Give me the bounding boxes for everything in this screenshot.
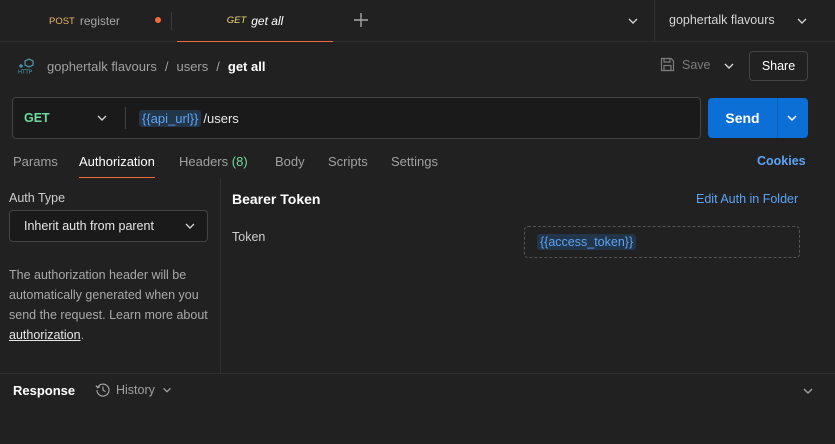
environment-selector[interactable]: gophertalk flavours <box>669 13 775 27</box>
authorization-link[interactable]: authorization <box>9 328 81 342</box>
chevron-down-icon[interactable] <box>785 111 799 125</box>
divider <box>777 98 778 138</box>
chevron-down-icon[interactable] <box>795 14 809 28</box>
tab-headers[interactable]: Headers (8) <box>179 154 248 169</box>
breadcrumb-separator: / <box>216 58 220 74</box>
divider <box>654 0 655 42</box>
chevron-down-icon <box>183 219 197 233</box>
auth-help-text: The authorization header will be automat… <box>9 265 214 345</box>
edit-auth-in-folder-link[interactable]: Edit Auth in Folder <box>696 192 798 206</box>
tab-get-all[interactable]: GET get all <box>177 0 333 42</box>
tab-register[interactable]: POST register <box>0 0 170 42</box>
tab-settings[interactable]: Settings <box>391 154 438 169</box>
tab-divider <box>171 12 172 30</box>
breadcrumb: HTTP gophertalk flavours / users / get a… <box>17 55 265 77</box>
response-panel-header: Response History <box>0 373 835 406</box>
unsaved-changes-dot-icon <box>155 17 161 23</box>
tab-headers-label: Headers <box>179 154 229 169</box>
url-input[interactable]: {{api_url}} /users <box>139 108 239 128</box>
tab-body[interactable]: Body <box>275 154 305 169</box>
save-button[interactable]: Save <box>660 57 711 72</box>
response-label[interactable]: Response <box>13 383 75 398</box>
svg-text:HTTP: HTTP <box>18 70 33 75</box>
url-variable: {{api_url}} <box>139 109 202 127</box>
auth-type-panel: Auth Type Inherit auth from parent The a… <box>0 178 221 373</box>
send-button[interactable]: Send <box>708 98 777 138</box>
tab-params[interactable]: Params <box>13 154 58 169</box>
http-icon: HTTP <box>17 58 35 74</box>
tab-label: register <box>79 14 120 28</box>
breadcrumb-folder[interactable]: users <box>176 59 208 74</box>
floppy-disk-icon <box>660 57 682 72</box>
history-label: History <box>116 383 155 397</box>
breadcrumb-separator: / <box>164 58 169 74</box>
auth-help-body: The authorization header will be automat… <box>9 268 208 322</box>
token-label: Token <box>232 230 266 244</box>
tab-scripts[interactable]: Scripts <box>328 154 368 169</box>
auth-type-value: Inherit auth from parent <box>24 219 154 233</box>
share-button[interactable]: Share <box>749 51 808 81</box>
chevron-down-icon[interactable] <box>801 384 815 398</box>
tab-method-badge: GET <box>226 15 247 26</box>
url-path: /users <box>203 110 239 126</box>
tab-label: get all <box>251 13 284 28</box>
bearer-token-title: Bearer Token <box>232 191 321 207</box>
chevron-down-icon[interactable] <box>626 14 640 28</box>
plus-icon[interactable] <box>353 10 369 30</box>
chevron-down-icon[interactable] <box>722 59 736 73</box>
request-tabs: Params Authorization Headers (8) Body Sc… <box>0 148 835 178</box>
request-tab-bar: POST register GET get all gophertalk fla… <box>0 0 835 42</box>
url-bar: GET {{api_url}} /users <box>12 97 701 139</box>
chevron-down-icon <box>161 384 173 396</box>
save-label: Save <box>682 57 711 72</box>
tab-method-badge: POST <box>49 15 75 27</box>
breadcrumb-collection[interactable]: gophertalk flavours <box>47 59 157 74</box>
cookies-link[interactable]: Cookies <box>757 154 806 168</box>
headers-count-badge: (8) <box>231 154 248 169</box>
auth-type-label: Auth Type <box>9 191 66 205</box>
method-value: GET <box>24 111 50 125</box>
send-button-group: Send <box>708 98 808 138</box>
history-button[interactable]: History <box>95 382 173 398</box>
page-title[interactable]: get all <box>228 59 266 74</box>
auth-help-suffix: . <box>80 328 85 342</box>
divider <box>125 107 126 129</box>
history-clock-icon <box>95 382 111 398</box>
tab-authorization[interactable]: Authorization <box>79 154 155 169</box>
chevron-down-icon[interactable] <box>95 111 109 125</box>
token-variable: {{access_token}} <box>537 234 637 250</box>
token-field[interactable]: {{access_token}} <box>524 226 800 258</box>
auth-type-select[interactable]: Inherit auth from parent <box>9 210 208 242</box>
